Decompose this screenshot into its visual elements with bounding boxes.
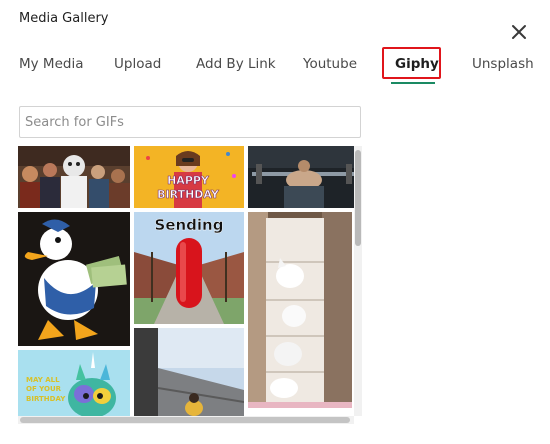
dialog-title: Media Gallery xyxy=(19,11,109,26)
gif-birthday-cat[interactable]: MAY ALL OF YOUR BIRTHDAY xyxy=(18,350,130,420)
happy-birthday-line1: HAPPY xyxy=(167,174,210,187)
birthday-cat-line3: BIRTHDAY xyxy=(26,395,66,403)
birthday-cat-line2: OF YOUR xyxy=(26,385,62,393)
horizontal-scroll-thumb[interactable] xyxy=(20,417,350,423)
gif-crowd-costume[interactable] xyxy=(18,146,130,208)
tab-my-media[interactable]: My Media xyxy=(19,56,83,72)
gif-search-input[interactable] xyxy=(19,106,361,138)
close-button[interactable] xyxy=(508,21,530,43)
tab-add-by-link[interactable]: Add By Link xyxy=(196,56,276,72)
tab-youtube[interactable]: Youtube xyxy=(303,56,357,72)
tab-bar: My Media Upload Add By Link Youtube Giph… xyxy=(0,48,550,88)
tab-unsplash[interactable]: Unsplash xyxy=(472,56,534,72)
gallery-horizontal-scrollbar[interactable] xyxy=(18,416,354,424)
sending-label: Sending xyxy=(154,216,224,234)
tab-upload[interactable]: Upload xyxy=(114,56,161,72)
gif-balcony-video[interactable] xyxy=(134,328,244,420)
gif-donald-duck-money[interactable] xyxy=(18,212,130,346)
close-icon xyxy=(512,25,526,39)
vertical-scroll-thumb[interactable] xyxy=(355,150,361,246)
active-tab-highlight xyxy=(382,47,441,79)
gif-gallery: MAY ALL OF YOUR BIRTHDAY HAPPY BIRTHDAY … xyxy=(18,146,360,420)
gif-weightlifting[interactable] xyxy=(248,146,360,208)
gif-cats-shelf[interactable] xyxy=(248,212,352,408)
gif-happy-birthday[interactable]: HAPPY BIRTHDAY xyxy=(134,146,244,208)
gallery-vertical-scrollbar[interactable] xyxy=(354,146,362,416)
birthday-cat-line1: MAY ALL xyxy=(26,376,60,384)
media-gallery-dialog: Media Gallery My Media Upload Add By Lin… xyxy=(0,0,550,444)
happy-birthday-line2: BIRTHDAY xyxy=(157,188,220,201)
active-tab-underline xyxy=(391,82,435,84)
gif-sending-pill[interactable]: Sending xyxy=(134,212,244,324)
